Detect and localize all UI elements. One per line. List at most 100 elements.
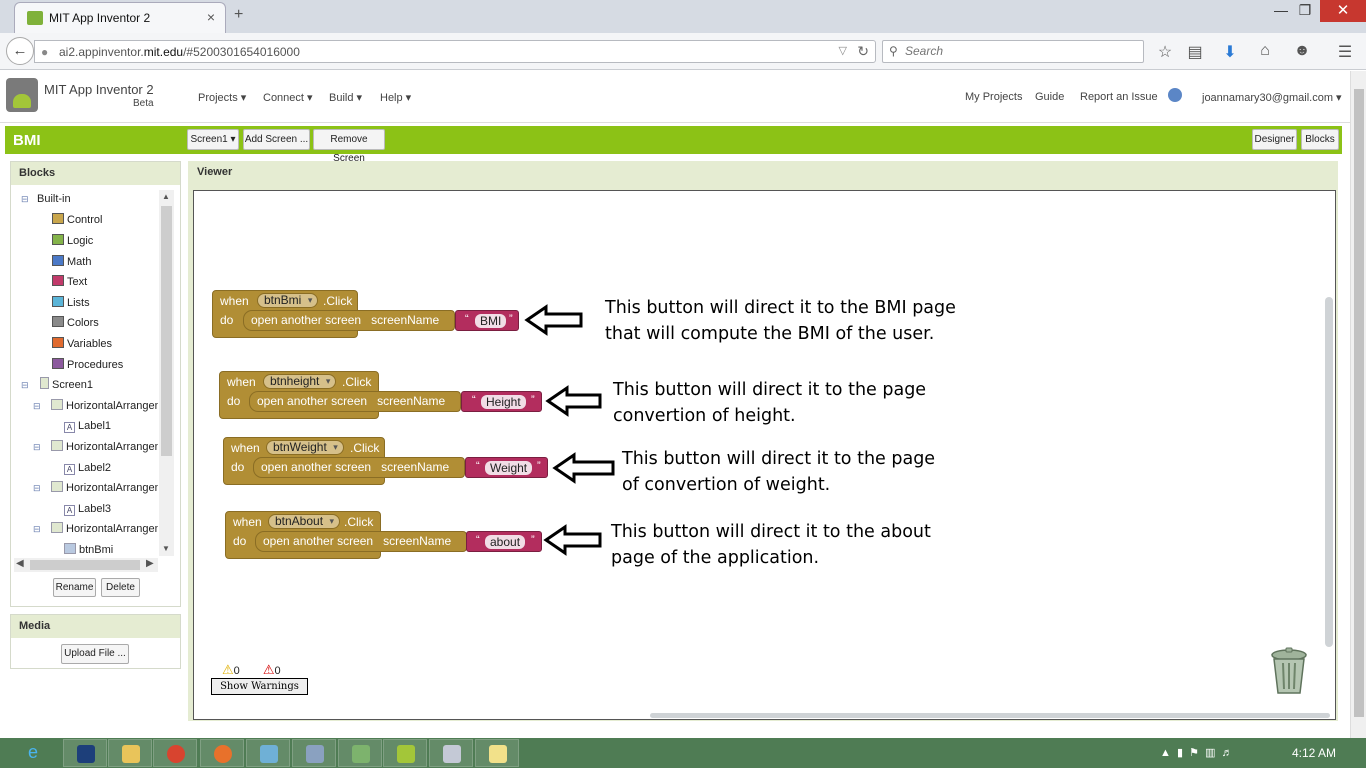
text-string-block[interactable]: “ BMI ” [455,310,519,331]
drawer-procedures[interactable]: Procedures [52,356,123,374]
taskbar-notes[interactable] [475,739,519,767]
tree-node-btnbmi[interactable]: btnBmi [64,541,113,557]
guide-link[interactable]: Guide [1035,91,1064,103]
taskbar-app-2[interactable] [292,739,336,767]
back-icon[interactable]: ← [6,37,34,65]
component-dropdown[interactable]: btnAbout [268,514,341,529]
scroll-thumb[interactable] [1354,89,1364,717]
string-value[interactable]: Weight [485,461,533,475]
component-dropdown[interactable]: btnheight [263,374,337,389]
reload-icon[interactable]: ↻ [857,43,869,60]
collapse-icon[interactable]: ⊟ [21,376,29,394]
collapse-icon[interactable]: ⊟ [33,438,41,456]
string-value[interactable]: BMI [475,314,507,328]
menu-build[interactable]: Build ▾ [329,91,362,104]
new-tab-button[interactable]: + [234,6,243,24]
collapse-icon[interactable]: ⊟ [33,520,41,538]
close-tab-icon[interactable]: × [207,9,215,25]
tree-node-label3[interactable]: A Label3 [64,500,111,518]
maximize-icon[interactable]: ❐ [1292,2,1318,19]
workspace-vertical-scrollbar[interactable] [1325,297,1333,647]
tree-node-arrangement-3[interactable]: ⊟HorizontalArrangeme [11,479,158,497]
minimize-icon[interactable]: — [1268,2,1294,18]
collapse-icon[interactable]: ⊟ [33,397,41,415]
designer-button[interactable]: Designer [1252,129,1297,150]
string-value[interactable]: about [485,535,526,549]
open-another-screen-block[interactable]: open another screen screenName [255,531,467,552]
url-dropdown-icon[interactable]: ▽ [839,44,847,57]
scroll-left-icon[interactable]: ◀ [16,558,24,569]
smiley-icon[interactable]: ☻ [1291,42,1313,60]
remove-screen-button[interactable]: Remove Screen [313,129,385,164]
drawer-math[interactable]: Math [52,253,91,271]
drawer-colors[interactable]: Colors [52,314,99,332]
open-another-screen-block[interactable]: open another screen screenName [243,310,455,331]
menu-help[interactable]: Help ▾ [380,91,411,104]
tree-node-arrangement-4[interactable]: ⊟HorizontalArrangeme [11,520,158,538]
bookmark-star-icon[interactable]: ☆ [1154,42,1176,62]
scroll-down-icon[interactable]: ▼ [162,544,170,553]
trash-can-icon[interactable] [1269,646,1309,696]
scroll-up-icon[interactable]: ▲ [162,192,170,201]
add-screen-button[interactable]: Add Screen ... [243,129,310,150]
taskbar-explorer[interactable] [108,739,152,767]
drawer-text[interactable]: Text [52,273,87,291]
tree-vertical-scrollbar[interactable]: ▲ ▼ [159,190,174,556]
show-warnings-button[interactable]: Show Warnings [211,678,308,695]
workspace-horizontal-scrollbar[interactable] [650,713,1330,718]
tree-node-screen1[interactable]: ⊟ Screen1 [11,376,93,394]
drawer-variables[interactable]: Variables [52,335,112,353]
scroll-right-icon[interactable]: ▶ [146,558,154,569]
tree-node-arrangement-1[interactable]: ⊟HorizontalArrangeme [11,397,158,415]
text-string-block[interactable]: “ Weight ” [465,457,548,478]
text-string-block[interactable]: “ about ” [466,531,542,552]
system-tray[interactable]: ▲ ▮ ⚑ ▥ ♬ [1160,746,1233,759]
tree-node-label2[interactable]: A Label2 [64,459,111,477]
home-icon[interactable]: ⌂ [1254,42,1276,60]
collapse-icon[interactable]: ⊟ [21,190,29,208]
string-value[interactable]: Height [481,395,526,409]
menu-icon[interactable]: ☰ [1334,42,1356,62]
browser-tab[interactable]: MIT App Inventor 2 × [14,2,226,33]
open-another-screen-block[interactable]: open another screen screenName [249,391,461,412]
download-icon[interactable]: ⬇ [1219,42,1241,62]
search-input[interactable] [905,44,1135,58]
tree-node-arrangement-2[interactable]: ⊟HorizontalArrangeme [11,438,158,456]
collapse-icon[interactable]: ⊟ [33,479,41,497]
scroll-thumb[interactable] [161,206,172,456]
blocks-button[interactable]: Blocks [1301,129,1339,150]
scroll-thumb[interactable] [30,560,140,570]
tree-node-label1[interactable]: A Label1 [64,417,111,435]
menu-projects[interactable]: Projects ▾ [198,91,246,104]
reading-list-icon[interactable]: ▤ [1184,42,1206,62]
tree-node-builtin[interactable]: ⊟ Built-in [11,190,71,208]
upload-file-button[interactable]: Upload File ... [61,644,129,664]
rename-button[interactable]: Rename [53,578,96,597]
text-string-block[interactable]: “ Height ” [461,391,542,412]
open-another-screen-block[interactable]: open another screen screenName [253,457,465,478]
url-bar[interactable]: ● ai2.appinventor.mit.edu/#5200301654016… [34,40,876,63]
component-dropdown[interactable]: btnBmi [257,293,319,308]
delete-button[interactable]: Delete [101,578,140,597]
search-box[interactable]: ⚲ [882,40,1144,63]
drawer-lists[interactable]: Lists [52,294,90,312]
user-account-menu[interactable]: joannamary30@gmail.com ▾ [1202,91,1342,104]
tree-horizontal-scrollbar[interactable]: ◀ ▶ [14,558,158,572]
taskbar-android[interactable] [383,739,427,767]
language-globe-icon[interactable] [1168,88,1182,102]
drawer-logic[interactable]: Logic [52,232,93,250]
taskbar-app-1[interactable] [246,739,290,767]
taskbar-app-4[interactable] [429,739,473,767]
page-scrollbar[interactable] [1350,71,1366,738]
report-issue-link[interactable]: Report an Issue [1080,91,1158,103]
taskbar-app-3[interactable] [338,739,382,767]
my-projects-link[interactable]: My Projects [965,91,1022,103]
ie-icon[interactable]: e [28,742,38,763]
taskbar-firefox[interactable] [200,739,244,767]
close-window-icon[interactable]: ✕ [1320,0,1366,22]
menu-connect[interactable]: Connect ▾ [263,91,313,104]
component-dropdown[interactable]: btnWeight [266,440,344,455]
taskbar-photoshop[interactable] [63,739,107,767]
taskbar-chrome[interactable] [153,739,197,767]
drawer-control[interactable]: Control [52,211,102,229]
